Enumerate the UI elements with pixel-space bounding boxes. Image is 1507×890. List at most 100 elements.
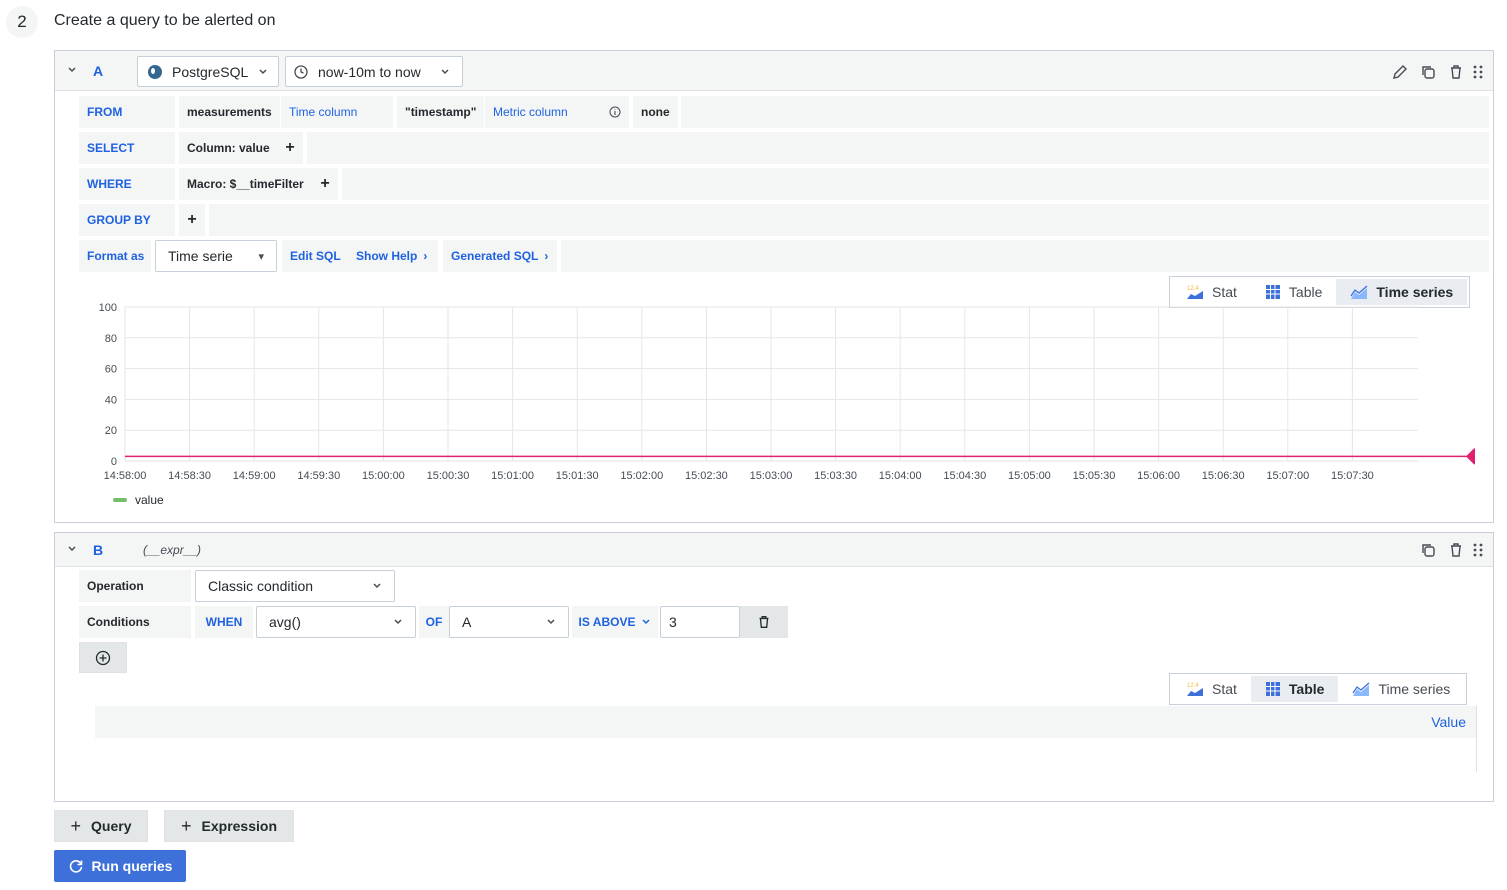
drag-handle-icon[interactable] <box>1469 63 1487 81</box>
chevron-down-icon <box>441 68 449 74</box>
operation-select[interactable]: Classic condition <box>195 570 395 602</box>
edit-icon[interactable] <box>1391 63 1409 81</box>
x-tick-label: 15:01:00 <box>491 470 534 482</box>
run-queries-button[interactable]: Run queries <box>54 850 186 882</box>
drag-handle-icon[interactable] <box>1469 541 1487 559</box>
plus-icon: + <box>181 815 192 836</box>
metric-column-value[interactable]: none <box>633 96 678 128</box>
group-by-label: GROUP BY <box>79 204 175 236</box>
legend-swatch <box>113 498 127 502</box>
add-query-label: Query <box>91 818 132 834</box>
reducer-value: avg() <box>269 614 301 630</box>
x-tick-label: 15:01:30 <box>556 470 599 482</box>
format-row-fill <box>561 240 1489 272</box>
timeseries-icon <box>1350 285 1368 299</box>
view-table-tab[interactable]: Table <box>1250 676 1339 702</box>
from-label: FROM <box>79 96 175 128</box>
view-stat-label: Stat <box>1212 284 1237 300</box>
delete-condition-button[interactable] <box>740 606 788 638</box>
x-tick-label: 15:05:00 <box>1008 470 1051 482</box>
trash-icon[interactable] <box>1447 541 1465 559</box>
when-keyword: WHEN <box>195 606 253 638</box>
add-circle-icon <box>95 650 111 665</box>
format-as-select[interactable]: Time serie ▾ <box>155 240 277 272</box>
view-table-label: Table <box>1288 681 1325 697</box>
postgresql-icon <box>148 64 162 79</box>
view-table-label: Table <box>1288 284 1323 300</box>
caret-down-icon: ▾ <box>258 250 264 263</box>
view-stat-tab[interactable]: 12.4 Stat <box>1172 676 1251 702</box>
query-a-panel: A PostgreSQL now-10m to now FROM measure… <box>54 50 1494 523</box>
step-number-badge: 2 <box>6 6 38 38</box>
operation-label: Operation <box>79 570 191 602</box>
x-tick-label: 15:07:00 <box>1266 470 1309 482</box>
chart-legend[interactable]: value <box>113 493 164 507</box>
y-tick-label: 80 <box>105 333 117 345</box>
format-as-value: Time serie <box>168 248 233 264</box>
query-b-panel: B (__expr__) Operation Classic condition… <box>54 532 1494 802</box>
collapse-chevron-icon[interactable] <box>67 64 77 78</box>
time-range-picker[interactable]: now-10m to now <box>285 56 463 87</box>
table-header-value[interactable]: Value <box>1431 714 1466 730</box>
query-ref-select[interactable]: A <box>449 606 569 638</box>
threshold-input[interactable]: 3 <box>660 606 740 638</box>
x-tick-label: 14:58:00 <box>104 470 147 482</box>
table-header-row: Value <box>95 706 1476 738</box>
chevron-down-icon <box>394 619 402 625</box>
query-b-expr: (__expr__) <box>143 543 202 557</box>
evaluator-label: IS ABOVE <box>578 615 636 629</box>
x-tick-label: 15:06:00 <box>1137 470 1180 482</box>
threshold-marker <box>1466 448 1475 465</box>
x-tick-label: 15:02:00 <box>620 470 663 482</box>
result-table: Value <box>95 706 1477 772</box>
step-title: Create a query to be alerted on <box>54 12 276 29</box>
view-timeseries-label: Time series <box>1378 681 1451 697</box>
collapse-chevron-icon[interactable] <box>67 543 77 557</box>
x-tick-label: 15:04:00 <box>879 470 922 482</box>
timeseries-icon <box>1352 682 1370 696</box>
edit-sql-button[interactable]: Edit SQL <box>282 240 349 272</box>
show-help-button[interactable]: Show Help › <box>348 240 438 272</box>
time-column-label: Time column <box>281 96 393 128</box>
add-condition-button[interactable] <box>79 642 127 673</box>
from-table[interactable]: measurements <box>179 96 280 128</box>
reducer-select[interactable]: avg() <box>256 606 416 638</box>
generated-sql-button[interactable]: Generated SQL › <box>443 240 557 272</box>
query-ref-value: A <box>462 614 472 630</box>
x-tick-label: 14:59:00 <box>233 470 276 482</box>
chevron-down-icon <box>642 619 650 625</box>
select-add-button[interactable]: + <box>277 132 303 164</box>
view-stat-label: Stat <box>1212 681 1237 697</box>
select-label: SELECT <box>79 132 175 164</box>
duplicate-icon[interactable] <box>1419 63 1437 81</box>
add-query-button[interactable]: + Query <box>54 810 148 842</box>
x-tick-label: 15:00:30 <box>427 470 470 482</box>
where-add-button[interactable]: + <box>312 168 338 200</box>
trash-icon[interactable] <box>1447 63 1465 81</box>
x-tick-label: 15:02:30 <box>685 470 728 482</box>
view-timeseries-label: Time series <box>1376 284 1454 300</box>
time-column-value[interactable]: "timestamp" <box>397 96 485 128</box>
view-timeseries-tab[interactable]: Time series <box>1338 676 1464 702</box>
duplicate-icon[interactable] <box>1419 541 1437 559</box>
table-icon <box>1265 285 1280 299</box>
info-icon[interactable] <box>609 106 621 118</box>
group-by-row-fill <box>209 204 1489 236</box>
group-by-add-button[interactable]: + <box>179 204 205 236</box>
generated-sql-label: Generated SQL <box>451 249 539 263</box>
where-macro-value[interactable]: Macro: $__timeFilter <box>179 168 312 200</box>
format-as-label: Format as <box>79 240 151 272</box>
conditions-label: Conditions <box>79 606 191 638</box>
svg-text:12.4: 12.4 <box>1187 683 1199 689</box>
datasource-picker[interactable]: PostgreSQL <box>137 56 279 87</box>
select-column-value[interactable]: Column: value <box>179 132 278 164</box>
x-tick-label: 15:05:30 <box>1073 470 1116 482</box>
evaluator-select[interactable]: IS ABOVE <box>572 606 658 638</box>
clock-icon <box>294 64 308 79</box>
of-keyword: OF <box>419 606 449 638</box>
x-tick-label: 15:03:30 <box>814 470 857 482</box>
x-tick-label: 14:58:30 <box>168 470 211 482</box>
query-b-name[interactable]: B <box>93 542 103 558</box>
add-expression-button[interactable]: + Expression <box>164 810 294 842</box>
query-a-name[interactable]: A <box>93 63 103 79</box>
